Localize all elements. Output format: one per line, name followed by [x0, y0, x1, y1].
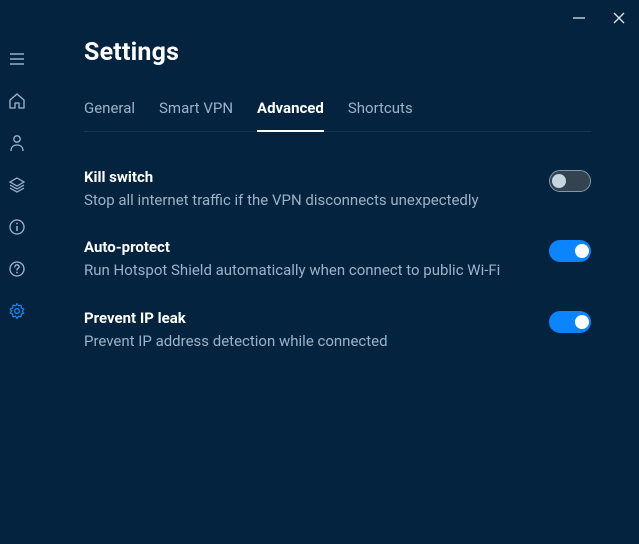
tab-general[interactable]: General [84, 97, 135, 131]
info-icon[interactable] [6, 216, 28, 238]
setting-desc: Prevent IP address detection while conne… [84, 331, 529, 351]
setting-title: Auto-protect [84, 238, 529, 256]
tab-shortcuts[interactable]: Shortcuts [348, 97, 413, 131]
layers-icon[interactable] [6, 174, 28, 196]
home-icon[interactable] [6, 90, 28, 112]
setting-desc: Run Hotspot Shield automatically when co… [84, 260, 529, 280]
tab-smart-vpn[interactable]: Smart VPN [159, 97, 233, 131]
setting-title: Prevent IP leak [84, 309, 529, 327]
sidebar [0, 0, 34, 544]
tab-advanced[interactable]: Advanced [257, 97, 324, 131]
prevent-ip-leak-toggle[interactable] [549, 311, 591, 333]
setting-desc: Stop all internet traffic if the VPN dis… [84, 190, 529, 210]
setting-title: Kill switch [84, 168, 529, 186]
help-icon[interactable] [6, 258, 28, 280]
close-button[interactable] [607, 6, 631, 30]
account-icon[interactable] [6, 132, 28, 154]
setting-kill-switch: Kill switch Stop all internet traffic if… [84, 168, 591, 210]
setting-prevent-ip-leak: Prevent IP leak Prevent IP address detec… [84, 309, 591, 351]
menu-icon[interactable] [6, 48, 28, 70]
minimize-button[interactable] [567, 6, 591, 30]
tabs: General Smart VPN Advanced Shortcuts [84, 97, 591, 132]
setting-auto-protect: Auto-protect Run Hotspot Shield automati… [84, 238, 591, 280]
kill-switch-toggle[interactable] [549, 170, 591, 192]
auto-protect-toggle[interactable] [549, 240, 591, 262]
window-controls [567, 6, 631, 30]
page-title: Settings [84, 38, 591, 67]
settings-icon[interactable] [6, 300, 28, 322]
main-content: Settings General Smart VPN Advanced Shor… [34, 0, 639, 544]
settings-list: Kill switch Stop all internet traffic if… [84, 168, 591, 351]
